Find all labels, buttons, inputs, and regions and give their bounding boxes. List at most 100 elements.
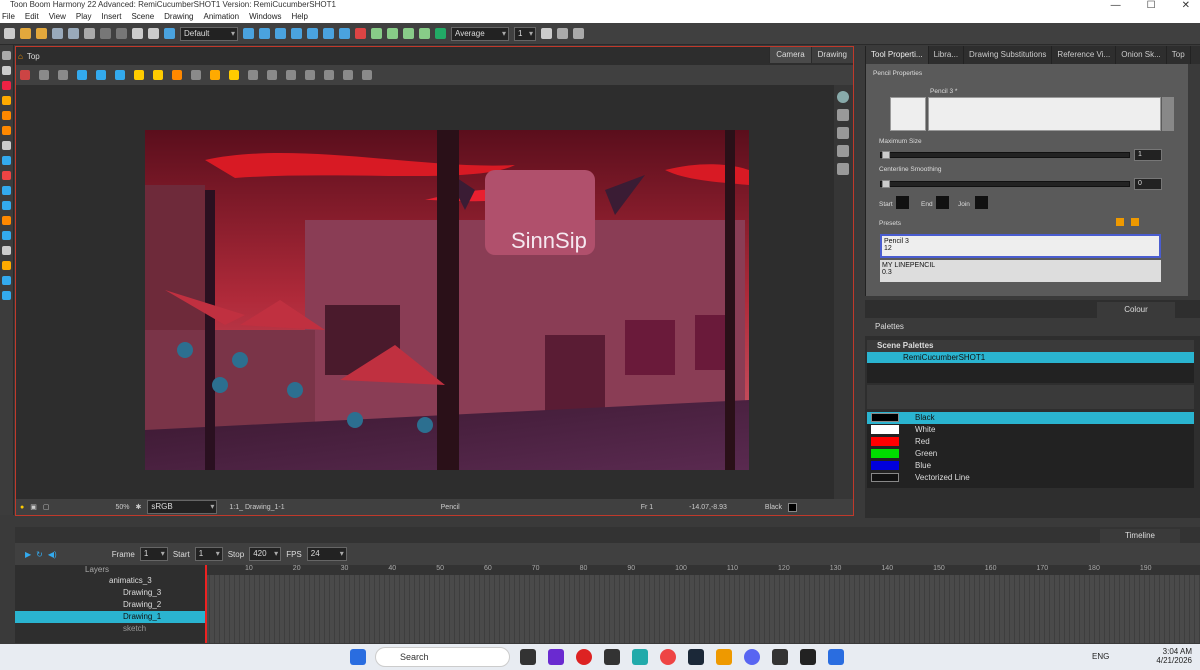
preset-item-linepencil[interactable]: MY LINEPENCIL 0.3 [880, 260, 1161, 282]
zoom-level[interactable]: 50% [115, 504, 129, 511]
preset-delete-icon[interactable] [1131, 218, 1139, 226]
menu-drawing[interactable]: Drawing [164, 12, 193, 21]
shape-tool-icon[interactable] [2, 156, 11, 165]
layer-row[interactable]: Drawing_3 [15, 587, 205, 599]
workspace-select[interactable]: Default [180, 26, 238, 41]
swatch-blue[interactable]: Blue [867, 460, 1194, 472]
ik-icon[interactable] [371, 28, 382, 39]
start-cap-icon[interactable] [896, 196, 909, 209]
grid-icon[interactable] [58, 70, 68, 80]
tab-drawing-substitutions[interactable]: Drawing Substitutions [964, 46, 1053, 64]
loop-icon[interactable]: ↻ [36, 550, 43, 559]
language-indicator[interactable]: ENG [1092, 652, 1109, 661]
layer-row[interactable]: Drawing_2 [15, 599, 205, 611]
save-icon[interactable] [52, 28, 63, 39]
undo-icon[interactable] [84, 28, 95, 39]
swatch-red[interactable]: Red [867, 436, 1194, 448]
tab-tool-properties[interactable]: Tool Properti... [866, 46, 929, 64]
shape-ellipse-icon[interactable] [248, 70, 258, 80]
layers-3-icon[interactable] [837, 145, 849, 157]
polyline-tool-icon[interactable] [2, 216, 11, 225]
task-view-icon[interactable] [520, 649, 536, 665]
fps-field[interactable]: 24 [306, 547, 347, 561]
playhead[interactable] [205, 565, 207, 643]
layers-2-icon[interactable] [837, 127, 849, 139]
max-size-slider[interactable] [880, 152, 1130, 158]
contour-tool-icon[interactable] [2, 66, 11, 75]
grid-tool-icon[interactable] [2, 276, 11, 285]
onion-skin-icon[interactable] [77, 70, 87, 80]
max-size-knob[interactable] [882, 151, 890, 159]
stroke-tool-icon[interactable] [2, 186, 11, 195]
join-icon[interactable] [975, 196, 988, 209]
bone-icon[interactable] [339, 28, 350, 39]
preview-arrow-icon[interactable] [1162, 97, 1174, 131]
tab-onion-skin[interactable]: Onion Sk... [1116, 46, 1167, 64]
clock[interactable]: 3:04 AM 4/21/2026 [1148, 647, 1192, 665]
menu-view[interactable]: View [49, 12, 66, 21]
home-icon[interactable]: ⌂ [18, 52, 23, 61]
app-4-icon[interactable] [828, 649, 844, 665]
dropper-tool-icon[interactable] [2, 171, 11, 180]
smoothing-field[interactable]: 0 [1134, 178, 1162, 190]
paint-tool-icon[interactable] [2, 126, 11, 135]
settings-gear-icon[interactable] [541, 28, 552, 39]
kinematic-icon[interactable] [355, 28, 366, 39]
play-icon[interactable]: ▶ [25, 550, 31, 559]
swatch-white[interactable]: White [867, 424, 1194, 436]
shape-ellipse-2-icon[interactable] [267, 70, 277, 80]
shape-ellipse-3-icon[interactable] [286, 70, 296, 80]
deform-icon[interactable] [387, 28, 398, 39]
palette-item[interactable]: RemiCucumberSHOT1 [867, 352, 1194, 363]
layer-row-selected[interactable]: Drawing_1 [15, 611, 205, 623]
end-cap-icon[interactable] [936, 196, 949, 209]
layers-4-icon[interactable] [837, 163, 849, 175]
curve-icon[interactable] [403, 28, 414, 39]
bone-tool-icon[interactable] [2, 261, 11, 270]
preset-add-icon[interactable] [1116, 218, 1124, 226]
tab-reference-view[interactable]: Reference Vi... [1052, 46, 1117, 64]
canvas-area[interactable]: SinnSip [16, 85, 834, 499]
transform-icon[interactable] [243, 28, 254, 39]
scale-icon[interactable] [275, 28, 286, 39]
select-tool-icon[interactable] [2, 51, 11, 60]
preview-icon[interactable] [115, 70, 125, 80]
opera-icon[interactable] [576, 649, 592, 665]
chain-icon[interactable] [343, 70, 353, 80]
redo-icon[interactable] [100, 28, 111, 39]
lock-icon[interactable] [134, 70, 144, 80]
cut-icon[interactable] [116, 28, 127, 39]
menu-play[interactable]: Play [76, 12, 92, 21]
menu-help[interactable]: Help [292, 12, 308, 21]
tab-library[interactable]: Libra... [929, 46, 965, 64]
app-3-icon[interactable] [772, 649, 788, 665]
layer-row[interactable]: sketch [15, 623, 205, 635]
tab-top[interactable]: Top [1167, 46, 1191, 64]
paste-icon[interactable] [148, 28, 159, 39]
reset-view-icon[interactable] [20, 70, 30, 80]
harmony-icon[interactable] [604, 649, 620, 665]
layer-row[interactable]: animatics_3 [15, 575, 205, 587]
menu-animation[interactable]: Animation [204, 12, 240, 21]
smoothing-knob[interactable] [882, 180, 890, 188]
stop-field[interactable]: 420 [249, 547, 282, 561]
open-icon[interactable] [20, 28, 31, 39]
open-recent-icon[interactable] [36, 28, 47, 39]
text-tool-icon[interactable] [2, 141, 11, 150]
preset-item-pencil3[interactable]: Pencil 3 12 [880, 234, 1161, 258]
flip-icon[interactable] [557, 28, 568, 39]
max-size-field[interactable]: 1 [1134, 149, 1162, 161]
steam-icon[interactable] [688, 649, 704, 665]
keyframe-icon[interactable] [435, 28, 446, 39]
tab-drawing[interactable]: Drawing [810, 47, 853, 63]
timeline-tab[interactable]: Timeline [1100, 529, 1180, 543]
swatch-vectorized-line[interactable]: Vectorized Line [867, 472, 1194, 484]
zoom-tool-icon[interactable] [2, 291, 11, 300]
menu-file[interactable]: File [2, 12, 15, 21]
light-table-icon[interactable] [96, 70, 106, 80]
mirror-icon[interactable] [573, 28, 584, 39]
smoothing-slider[interactable] [880, 181, 1130, 187]
xsheet-grid[interactable]: 10 20 30 40 50 60 70 80 90 100 110 120 130 140 150 160 1… [205, 565, 1200, 643]
spline-icon[interactable] [307, 28, 318, 39]
frame-icon[interactable]: ▣ [30, 503, 37, 511]
